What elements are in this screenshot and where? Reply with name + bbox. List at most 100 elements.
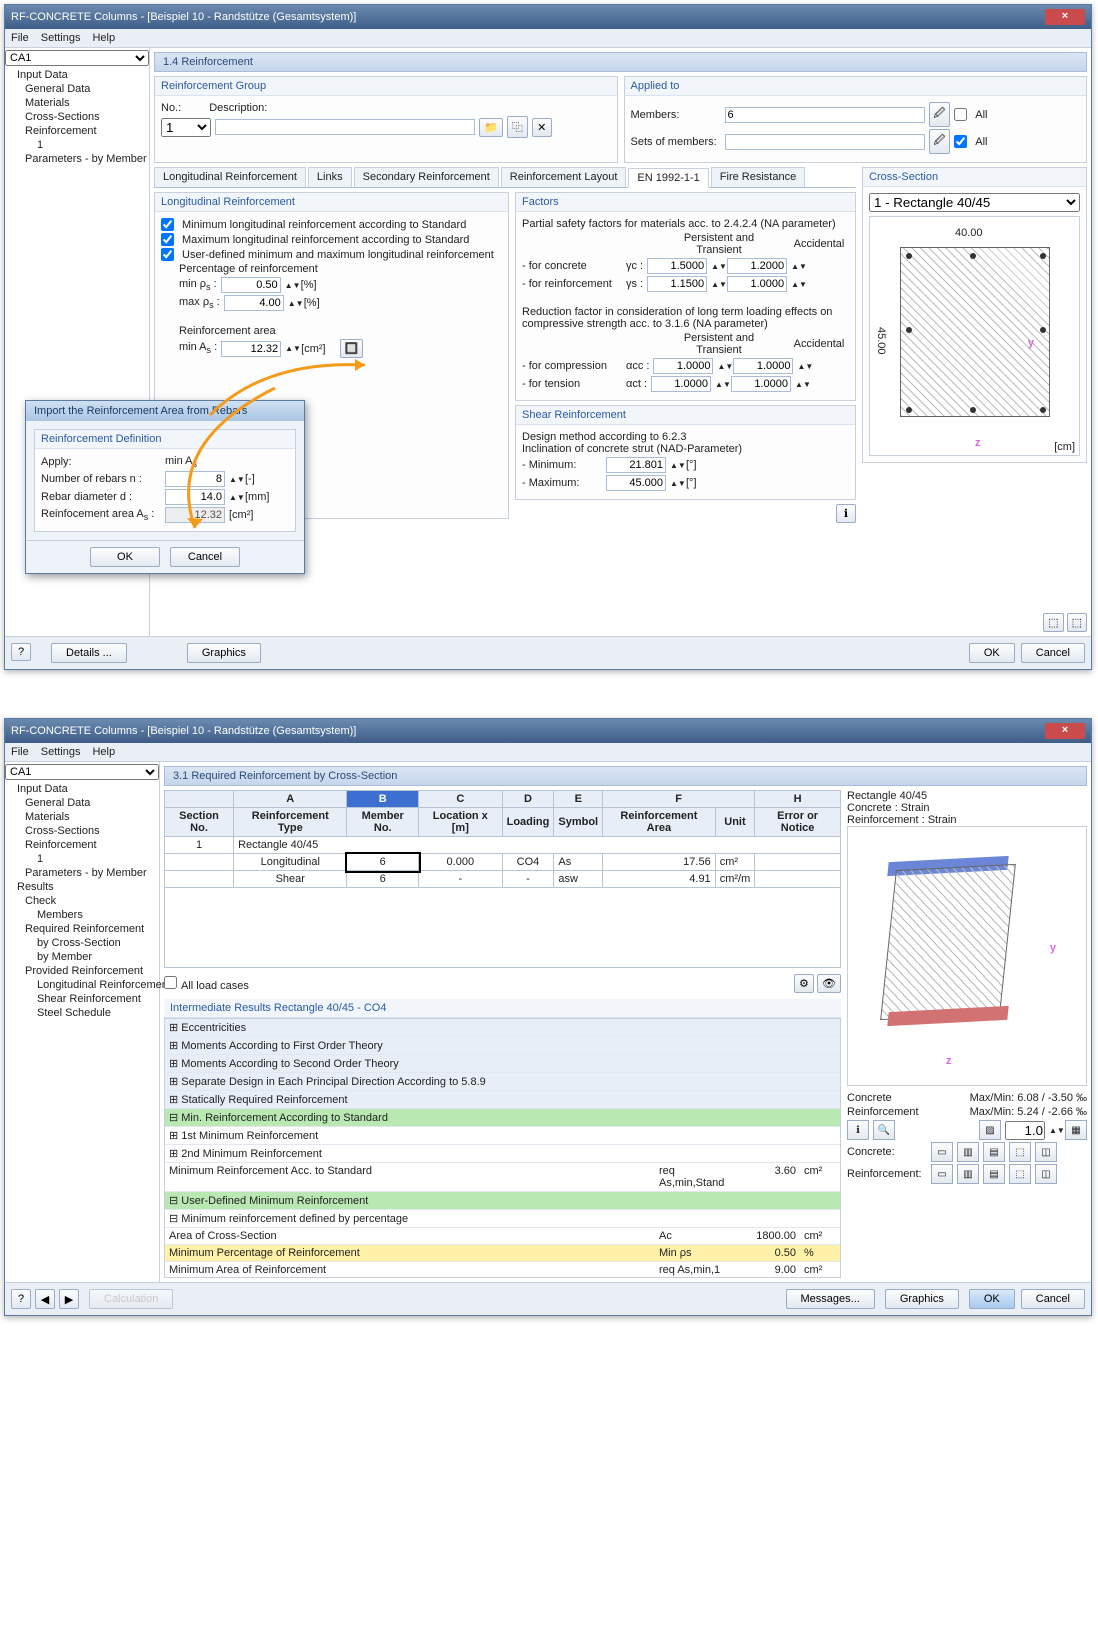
dialog-cancel-button[interactable]: Cancel [170, 547, 240, 567]
menu-help[interactable]: Help [92, 32, 115, 44]
folder-icon[interactable]: 📁 [479, 118, 503, 137]
col-B[interactable]: B [347, 791, 419, 808]
menu-help[interactable]: Help [92, 746, 115, 758]
tree-provided[interactable]: Provided Reinforcement [9, 964, 155, 978]
chk-max-std[interactable] [161, 233, 174, 246]
shear-min-input[interactable] [606, 457, 666, 473]
help-icon[interactable]: ? [11, 1289, 31, 1309]
members-input[interactable] [725, 107, 925, 123]
chk-min-std[interactable] [161, 218, 174, 231]
tree-reinforcement[interactable]: Reinforcement [9, 124, 145, 138]
spinner-icon[interactable]: ▲▼ [711, 282, 723, 287]
tree-input-data[interactable]: Input Data [9, 782, 155, 796]
tree-schedule[interactable]: Steel Schedule [9, 1006, 155, 1020]
table-row[interactable]: 1Rectangle 40/45 [165, 837, 841, 854]
sets-input[interactable] [725, 134, 925, 150]
result-row[interactable]: ⊞ Statically Required Reinforcement [165, 1091, 840, 1109]
spinner-icon[interactable]: ▲▼ [670, 481, 682, 486]
tree-prov-shear[interactable]: Shear Reinforcement [9, 992, 155, 1006]
result-row[interactable]: ⊞ Moments According to Second Order Theo… [165, 1055, 840, 1073]
tree-general[interactable]: General Data [9, 82, 145, 96]
close-icon[interactable]: × [1045, 9, 1085, 25]
spinner-icon[interactable]: ▲▼ [1049, 1128, 1061, 1133]
tree-check-members[interactable]: Members [9, 908, 155, 922]
n-input[interactable] [165, 471, 225, 487]
cancel-button[interactable]: Cancel [1021, 1289, 1085, 1309]
result-row[interactable]: ⊞ 2nd Minimum Reinforcement [165, 1145, 840, 1163]
tab-links[interactable]: Links [308, 167, 352, 187]
spinner-icon[interactable]: ▲▼ [715, 382, 727, 387]
spinner-icon[interactable]: ▲▼ [670, 463, 682, 468]
tree-cross-sections[interactable]: Cross-Sections [9, 824, 155, 838]
spinner-icon[interactable]: ▲▼ [711, 264, 723, 269]
act-pers-input[interactable] [651, 376, 711, 392]
spinner-icon[interactable]: ▲▼ [797, 364, 809, 369]
tb-r5[interactable]: ◫ [1035, 1164, 1057, 1184]
graphics-button[interactable]: Graphics [885, 1289, 959, 1309]
result-row[interactable]: ⊞ Moments According to First Order Theor… [165, 1037, 840, 1055]
messages-button[interactable]: Messages... [786, 1289, 875, 1309]
menu-file[interactable]: File [11, 32, 29, 44]
table-row[interactable]: Longitudinal60.000CO4As17.56cm² [165, 854, 841, 871]
act-acc-input[interactable] [731, 376, 791, 392]
tree-materials[interactable]: Materials [9, 810, 155, 824]
col-D[interactable]: D [502, 791, 554, 808]
all-sets-check[interactable] [954, 135, 967, 148]
toolbar-color-icon[interactable]: ▦ [1065, 1120, 1087, 1140]
d-input[interactable] [165, 489, 225, 505]
tree-prov-long[interactable]: Longitudinal Reinforcement [9, 978, 155, 992]
tree-reinf-1[interactable]: 1 [9, 852, 155, 866]
result-row[interactable]: Area of Cross-SectionAc1800.00cm² [165, 1228, 840, 1245]
filter-icon[interactable]: ⚙ [794, 974, 814, 993]
graphics-button[interactable]: Graphics [187, 643, 261, 663]
pick-members-icon[interactable]: 🖉 [929, 102, 951, 127]
tree-reinf-1[interactable]: 1 [9, 138, 145, 152]
copy-icon[interactable]: ⿻ [507, 116, 528, 138]
tb-c5[interactable]: ◫ [1035, 1142, 1057, 1162]
spinner-icon[interactable]: ▲▼ [795, 382, 807, 387]
tb-r1[interactable]: ▭ [931, 1164, 953, 1184]
acc-acc-input[interactable] [733, 358, 793, 374]
result-row[interactable]: ⊟ Minimum reinforcement defined by perce… [165, 1210, 840, 1228]
result-row[interactable]: ⊞ 1st Minimum Reinforcement [165, 1127, 840, 1145]
tree-results[interactable]: Results [9, 880, 155, 894]
gs-acc-input[interactable] [727, 276, 787, 292]
ok-button[interactable]: OK [969, 643, 1015, 663]
prev-icon[interactable]: ◀ [35, 1289, 55, 1309]
dialog-ok-button[interactable]: OK [90, 547, 160, 567]
result-row[interactable]: Minimum Reinforcement Acc. to Standardre… [165, 1163, 840, 1192]
acc-pers-input[interactable] [653, 358, 713, 374]
tree-by-member[interactable]: by Member [9, 950, 155, 964]
tb-r2[interactable]: ▥ [957, 1164, 979, 1184]
tree-general[interactable]: General Data [9, 796, 155, 810]
tree-cross-sections[interactable]: Cross-Sections [9, 110, 145, 124]
ok-button[interactable]: OK [969, 1289, 1015, 1309]
next-icon[interactable]: ▶ [59, 1289, 79, 1309]
result-row[interactable]: ⊞ Eccentricities [165, 1019, 840, 1037]
menu-settings[interactable]: Settings [41, 32, 81, 44]
case-select[interactable]: CA1 [5, 764, 159, 780]
max-rho-input[interactable] [224, 295, 284, 311]
col-E[interactable]: E [554, 791, 603, 808]
table-row[interactable]: Shear6--asw4.91cm²/m [165, 871, 841, 888]
import-rebars-button[interactable]: 🔲 [340, 339, 364, 358]
tab-fire[interactable]: Fire Resistance [711, 167, 805, 187]
col-H[interactable]: H [755, 791, 841, 808]
tree-parameters[interactable]: Parameters - by Member [9, 152, 145, 166]
all-members-check[interactable] [954, 108, 967, 121]
spinner-icon[interactable]: ▲▼ [791, 264, 803, 269]
view-icon-1[interactable]: ⬚ [1043, 613, 1063, 632]
spinner-icon[interactable]: ▲▼ [285, 283, 297, 288]
cancel-button[interactable]: Cancel [1021, 643, 1085, 663]
tb-r3[interactable]: ▤ [983, 1164, 1005, 1184]
no-select[interactable]: 1 [161, 118, 211, 137]
gs-pers-input[interactable] [647, 276, 707, 292]
eye-icon[interactable]: 👁 [817, 974, 841, 993]
result-row[interactable]: ⊟ Min. Reinforcement According to Standa… [165, 1109, 840, 1127]
tree-by-cs[interactable]: by Cross-Section [9, 936, 155, 950]
tree-input-data[interactable]: Input Data [9, 68, 145, 82]
spinner-icon[interactable]: ▲▼ [229, 477, 241, 482]
tab-secondary[interactable]: Secondary Reinforcement [354, 167, 499, 187]
toolbar-info-icon[interactable]: ℹ [847, 1120, 869, 1140]
tab-en1992[interactable]: EN 1992-1-1 [628, 168, 708, 188]
